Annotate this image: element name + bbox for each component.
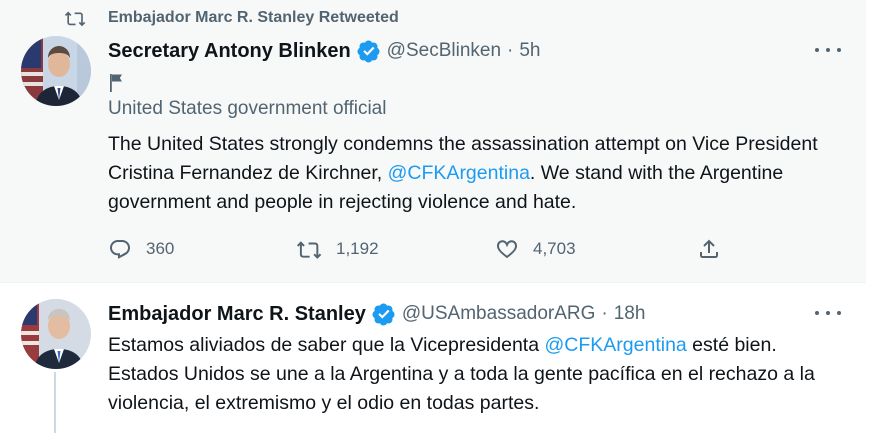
separator-dot: · [507,40,514,61]
avatar-stanley[interactable] [21,299,91,369]
retweet-icon [296,237,322,261]
verified-badge-icon [357,39,381,63]
tweet-text: Estamos aliviados de saber que la Vicepr… [108,331,848,418]
government-official-label[interactable]: United States government official [108,98,386,120]
like-icon [495,237,519,261]
like-count: 4,703 [533,239,576,258]
share-icon [697,237,721,261]
author-name[interactable]: Embajador Marc R. Stanley [108,303,366,326]
separator-dot: · [601,303,608,324]
tweet-retweeted[interactable]: Embajador Marc R. Stanley Retweeted Secr… [0,0,866,282]
retweet-banner: Embajador Marc R. Stanley Retweeted [64,8,399,28]
retweet-banner-text[interactable]: Embajador Marc R. Stanley Retweeted [108,9,399,27]
reply-count: 360 [146,239,175,258]
avatar-blinken[interactable] [21,36,91,106]
like-button[interactable]: 4,703 [495,236,576,262]
author-handle[interactable]: @SecBlinken [387,40,501,62]
page-edge [866,0,880,433]
tweet-text-part: Estamos aliviados de saber que la Vicepr… [108,334,545,356]
more-icon[interactable] [815,303,841,323]
tweet-time[interactable]: 18h [614,303,646,325]
mention-link[interactable]: @CFKArgentina [388,162,530,184]
tweet-header: Embajador Marc R. Stanley @USAmbassadorA… [108,301,645,327]
more-icon[interactable] [815,40,841,60]
verified-badge-icon [372,302,396,326]
flag-icon [108,72,128,94]
thread-line [54,372,56,433]
tweet-actions: 360 1,192 4,703 [108,236,728,262]
author-name[interactable]: Secretary Antony Blinken [108,40,351,63]
share-button[interactable] [697,236,721,262]
author-handle[interactable]: @USAmbassadorARG [402,303,596,325]
retweet-icon [64,8,86,28]
reply-button[interactable]: 360 [108,236,174,262]
tweet-header: Secretary Antony Blinken @SecBlinken · 5… [108,38,540,64]
retweet-button[interactable]: 1,192 [296,236,379,262]
tweet-text: The United States strongly condemns the … [108,130,848,217]
reply-icon [108,237,132,261]
mention-link[interactable]: @CFKArgentina [544,334,686,356]
tweet-time[interactable]: 5h [519,40,540,62]
retweet-count: 1,192 [336,239,379,258]
